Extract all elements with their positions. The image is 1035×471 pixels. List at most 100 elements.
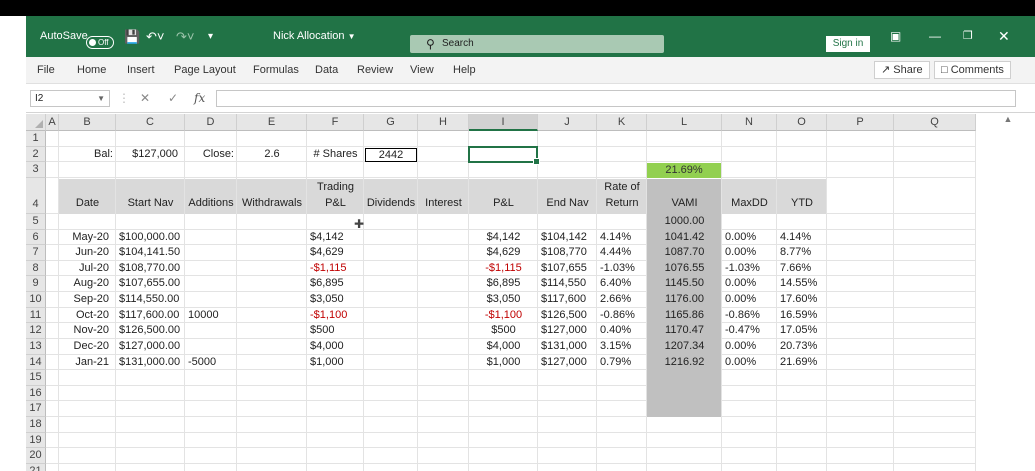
column-header[interactable]: F	[307, 114, 364, 131]
table-row-maxdd: 0.00%	[725, 230, 757, 243]
file-name[interactable]: Nick Allocation ▼	[273, 16, 356, 57]
chevron-down-icon: ▼	[97, 94, 105, 103]
row-header[interactable]: 19	[26, 432, 46, 449]
menu-review[interactable]: Review	[357, 57, 393, 83]
row-header[interactable]: 14	[26, 354, 46, 371]
redo-icon[interactable]: ↷˅	[176, 16, 194, 57]
column-header[interactable]: Q	[894, 114, 976, 131]
menu-help[interactable]: Help	[453, 57, 476, 83]
table-row-start-nav: $117,600.00	[119, 308, 180, 321]
row-header[interactable]: 1	[26, 131, 46, 147]
table-row-date: May-20	[72, 230, 109, 243]
table-row-additions	[188, 323, 234, 339]
select-all-corner[interactable]	[26, 114, 46, 131]
table-row-date: Jun-20	[75, 246, 109, 259]
header-trading-pl: P&L	[325, 196, 346, 209]
column-header[interactable]: L	[647, 114, 722, 131]
row-header[interactable]: 9	[26, 276, 46, 293]
insert-function-icon[interactable]: fx	[194, 90, 205, 107]
ribbon-display-icon[interactable]: ▣	[890, 16, 901, 57]
column-header[interactable]: O	[777, 114, 827, 131]
column-header[interactable]: H	[418, 114, 469, 131]
table-row-ror: -0.86%	[600, 308, 635, 321]
sign-in-button[interactable]: Sign in	[826, 36, 870, 52]
row-header[interactable]: 17	[26, 401, 46, 418]
row-header[interactable]: 21	[26, 463, 46, 471]
menu-home[interactable]: Home	[77, 57, 106, 83]
row-header[interactable]: 12	[26, 323, 46, 339]
header-additions: Additions	[188, 196, 234, 209]
cancel-icon[interactable]: ✕	[140, 90, 150, 107]
column-header[interactable]: I	[469, 114, 538, 131]
comment-icon: □	[941, 64, 948, 76]
column-header[interactable]: C	[116, 114, 185, 131]
gridline	[46, 462, 976, 464]
search-box[interactable]: ⚲ Search	[410, 35, 664, 53]
share-button[interactable]: ↗ Share	[874, 61, 930, 79]
table-row-ror: 0.79%	[600, 355, 632, 368]
table-row-start-nav: $104,141.50	[119, 246, 181, 259]
column-header[interactable]: G	[364, 114, 418, 131]
formula-input[interactable]	[216, 90, 1016, 107]
close-icon[interactable]: ✕	[998, 16, 1010, 57]
name-box-value: I2	[35, 93, 44, 104]
row-header[interactable]: 4	[26, 177, 46, 214]
column-header[interactable]: D	[185, 114, 237, 131]
customize-toolbar-icon[interactable]: ▾	[208, 16, 213, 57]
menu-formulas[interactable]: Formulas	[253, 57, 299, 83]
spreadsheet-grid[interactable]: A B C D E F G H I J K L N O P Q 1 2 3 4 5 6 7 8 9 10 11 12 13 14 15 16 1…	[26, 114, 1016, 471]
table-row-pl: -$1,100	[484, 308, 523, 321]
column-header[interactable]: P	[827, 114, 894, 131]
header-rate-of-return: Return	[605, 196, 639, 209]
menu-page-layout[interactable]: Page Layout	[174, 57, 236, 83]
row-header[interactable]: 10	[26, 292, 46, 308]
header-date: Date	[75, 196, 100, 209]
row-header[interactable]: 7	[26, 245, 46, 261]
table-row-date: Jul-20	[79, 261, 109, 274]
column-header[interactable]: J	[538, 114, 597, 131]
table-row-vami: 1145.50	[665, 277, 704, 290]
menu-file[interactable]: File	[37, 57, 55, 83]
menu-view[interactable]: View	[410, 57, 434, 83]
row-header[interactable]: 20	[26, 448, 46, 464]
enter-icon[interactable]: ✓	[168, 90, 178, 107]
row-header[interactable]: 5	[26, 213, 46, 230]
column-header[interactable]: B	[59, 114, 116, 131]
active-cell-selection[interactable]	[468, 145, 540, 165]
table-row-vami: 1041.42	[664, 230, 705, 243]
undo-icon[interactable]: ↶˅	[146, 16, 164, 57]
comments-button[interactable]: □ Comments	[934, 61, 1011, 79]
name-box[interactable]: I2 ▼	[30, 90, 110, 107]
column-header[interactable]: N	[722, 114, 777, 131]
save-icon[interactable]: 💾	[124, 16, 140, 57]
row-header[interactable]: 15	[26, 370, 46, 386]
row-header[interactable]: 2	[26, 146, 46, 163]
row-header[interactable]: 11	[26, 307, 46, 324]
row-header[interactable]: 8	[26, 260, 46, 277]
table-row-ytd: 20.73%	[780, 339, 818, 352]
row-header[interactable]: 16	[26, 385, 46, 402]
menu-insert[interactable]: Insert	[127, 57, 155, 83]
row-header[interactable]: 18	[26, 417, 46, 433]
restore-icon[interactable]: ❐	[963, 16, 973, 57]
mouse-cursor-icon: ✚	[354, 216, 365, 231]
column-header[interactable]: E	[237, 114, 307, 131]
header-dividends: Dividends	[366, 196, 416, 209]
bal-label: Bal:	[94, 147, 113, 160]
column-header[interactable]: K	[597, 114, 647, 131]
shares-value-cell[interactable]: 2442	[365, 147, 417, 163]
title-bar: AutoSave Off 💾 ↶˅ ↷˅ ▾ Nick Allocation ▼…	[26, 16, 1035, 57]
table-row-trading-pl: -$1,100	[310, 308, 348, 321]
table-row-ytd: 4.14%	[780, 230, 812, 243]
header-end-nav: End Nav	[546, 196, 589, 209]
table-row-end-nav: $127,000	[541, 324, 587, 337]
menu-data[interactable]: Data	[315, 57, 338, 83]
row-header[interactable]: 13	[26, 338, 46, 355]
autosave-toggle[interactable]: Off	[86, 36, 114, 49]
table-row-pl: $6,895	[486, 277, 521, 290]
table-row-ror: 4.14%	[600, 230, 632, 243]
minimize-icon[interactable]: —	[929, 16, 941, 57]
row-header[interactable]: 3	[26, 162, 46, 178]
row-header[interactable]: 6	[26, 229, 46, 246]
column-header[interactable]: A	[46, 114, 59, 131]
